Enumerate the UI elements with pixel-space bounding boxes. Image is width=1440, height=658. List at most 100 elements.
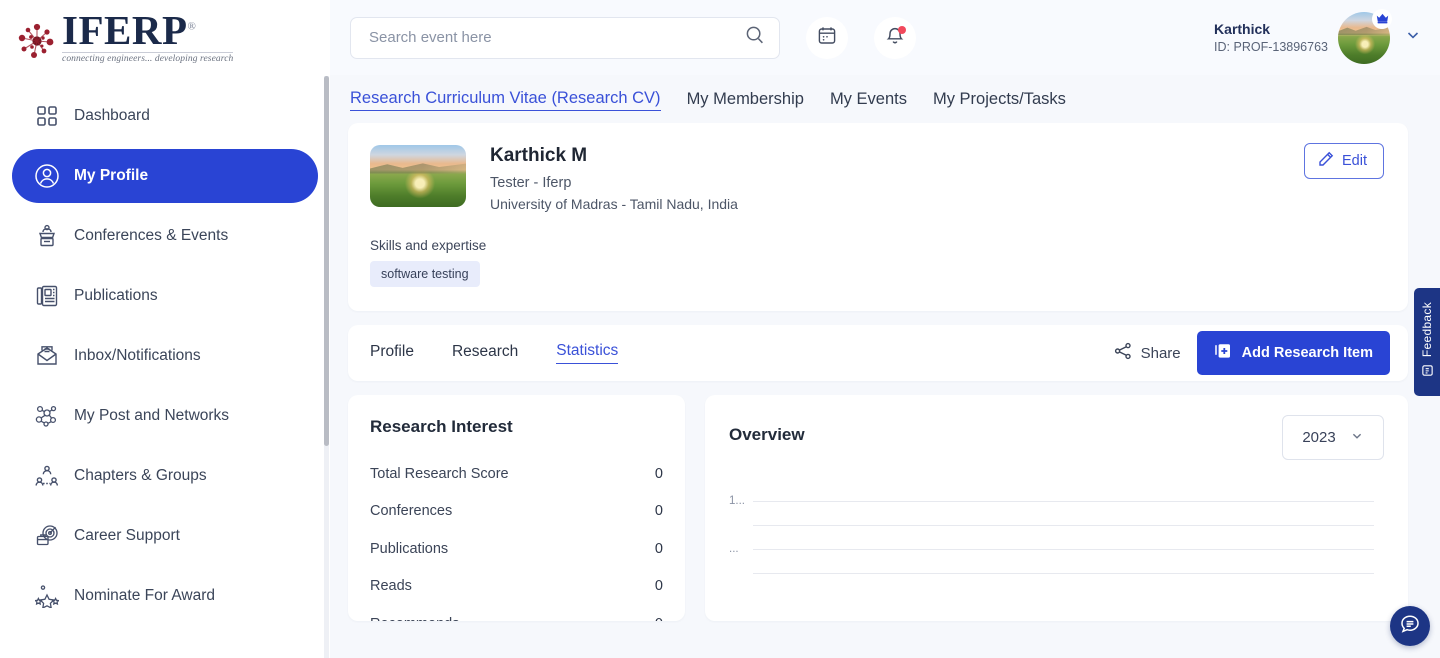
share-label: Share (1141, 345, 1181, 362)
chart-gridline (753, 501, 1374, 502)
tab-research-cv[interactable]: Research Curriculum Vitae (Research CV) (350, 89, 661, 111)
sidebar-item-label: My Profile (74, 167, 148, 185)
profile-role: Tester - Iferp (490, 175, 738, 191)
overview-card: Overview 2023 1... ... (705, 395, 1408, 621)
sub-tab-research[interactable]: Research (452, 343, 518, 364)
sidebar-item-conferences-events[interactable]: Conferences & Events (12, 209, 318, 263)
sub-tab-profile[interactable]: Profile (370, 343, 414, 364)
stat-row-publications: Publications 0 (370, 530, 663, 568)
share-button[interactable]: Share (1114, 342, 1181, 364)
stat-row-reads: Reads 0 (370, 568, 663, 606)
sidebar-item-label: Conferences & Events (74, 227, 228, 245)
sidebar-item-career-support[interactable]: Career Support (12, 509, 318, 563)
calendar-button[interactable] (806, 17, 848, 59)
envelope-icon (28, 344, 66, 368)
stat-row-recommends: Recommends 0 (370, 605, 663, 621)
sidebar-item-nominate-for-award[interactable]: Nominate For Award (12, 569, 318, 623)
registered-mark: ® (188, 20, 197, 32)
share-icon (1114, 342, 1132, 364)
add-research-item-button[interactable]: Add Research Item (1197, 331, 1390, 375)
iferp-molecule-icon (14, 18, 60, 64)
notifications-button[interactable] (874, 17, 916, 59)
sidebar-nav: Dashboard My Profile (0, 75, 330, 623)
calendar-icon (817, 25, 837, 50)
profile-affiliation: University of Madras - Tamil Nadu, India (490, 196, 738, 212)
profile-card: Karthick M Tester - Iferp University of … (348, 123, 1408, 311)
notification-badge (898, 26, 906, 34)
brand-logo[interactable]: IFERP® connecting engineers... developin… (0, 0, 330, 75)
sidebar-item-label: Nominate For Award (74, 587, 215, 605)
network-icon (28, 404, 66, 428)
feedback-label: Feedback (1420, 302, 1434, 357)
chat-button[interactable] (1390, 606, 1430, 646)
chevron-down-icon (1350, 429, 1364, 447)
chart-gridline (753, 573, 1374, 574)
stat-label: Reads (370, 578, 412, 594)
sidebar-item-publications[interactable]: Publications (12, 269, 318, 323)
grid-icon (28, 105, 66, 127)
sub-tab-statistics[interactable]: Statistics (556, 342, 618, 364)
sidebar: IFERP® connecting engineers... developin… (0, 0, 330, 658)
search-container[interactable] (350, 17, 780, 59)
stat-label: Total Research Score (370, 466, 509, 482)
chat-bubble-icon (1399, 613, 1421, 640)
chart-gridline (753, 549, 1374, 550)
sidebar-scrollbar-thumb[interactable] (324, 76, 329, 446)
sidebar-item-label: Inbox/Notifications (74, 347, 201, 365)
year-select[interactable]: 2023 (1282, 415, 1384, 460)
tab-my-membership[interactable]: My Membership (687, 90, 804, 111)
statistics-row: Research Interest Total Research Score 0… (330, 395, 1440, 621)
tab-my-projects-tasks[interactable]: My Projects/Tasks (933, 90, 1066, 111)
people-group-icon (28, 464, 66, 488)
stat-row-conferences: Conferences 0 (370, 493, 663, 531)
award-stars-icon (28, 584, 66, 608)
crown-icon (1372, 9, 1392, 29)
feedback-tab[interactable]: Feedback (1414, 288, 1440, 396)
sidebar-item-label: Chapters & Groups (74, 467, 207, 485)
sidebar-item-chapters-groups[interactable]: Chapters & Groups (12, 449, 318, 503)
profile-actions-bar: Profile Research Statistics Share (348, 325, 1408, 381)
research-interest-title: Research Interest (370, 417, 663, 437)
skills-label: Skills and expertise (370, 238, 1384, 253)
sidebar-item-my-profile[interactable]: My Profile (12, 149, 318, 203)
stat-value: 0 (655, 503, 663, 519)
add-research-item-label: Add Research Item (1242, 345, 1373, 361)
main-content: Karthick ID: PROF-13896763 (330, 0, 1440, 658)
stat-row-total-research-score: Total Research Score 0 (370, 455, 663, 493)
chevron-down-icon[interactable] (1404, 26, 1422, 49)
sidebar-item-label: Dashboard (74, 107, 150, 125)
stat-label: Conferences (370, 503, 452, 519)
overview-title: Overview (729, 425, 805, 445)
edit-profile-button[interactable]: Edit (1304, 143, 1384, 179)
y-axis-tick-label: 1... (729, 495, 745, 507)
user-circle-icon (28, 163, 66, 189)
pencil-icon (1318, 151, 1334, 171)
search-icon[interactable] (745, 25, 765, 50)
user-name: Karthick (1214, 20, 1328, 39)
app-root: IFERP® connecting engineers... developin… (0, 0, 1440, 658)
overview-chart: 1... ... (729, 482, 1384, 602)
avatar-wrapper[interactable] (1338, 12, 1390, 64)
profile-avatar (370, 145, 466, 207)
sidebar-item-dashboard[interactable]: Dashboard (12, 89, 318, 143)
sidebar-item-my-post-and-networks[interactable]: My Post and Networks (12, 389, 318, 443)
main-tabs: Research Curriculum Vitae (Research CV) … (330, 75, 1440, 123)
stat-value: 0 (655, 578, 663, 594)
chart-gridline (753, 525, 1374, 526)
tab-my-events[interactable]: My Events (830, 90, 907, 111)
edit-label: Edit (1342, 153, 1367, 169)
briefcase-target-icon (28, 524, 66, 548)
sidebar-item-label: My Post and Networks (74, 407, 229, 425)
user-menu[interactable]: Karthick ID: PROF-13896763 (1214, 12, 1422, 64)
sidebar-item-label: Publications (74, 287, 158, 305)
feedback-icon (1421, 364, 1434, 382)
sidebar-item-inbox-notifications[interactable]: Inbox/Notifications (12, 329, 318, 383)
search-input[interactable] (367, 28, 745, 47)
top-header: Karthick ID: PROF-13896763 (330, 0, 1440, 75)
podium-icon (28, 224, 66, 248)
skill-chip: software testing (370, 261, 480, 287)
research-interest-card: Research Interest Total Research Score 0… (348, 395, 685, 621)
stat-value: 0 (655, 466, 663, 482)
stat-label: Publications (370, 541, 448, 557)
stat-value: 0 (655, 616, 663, 622)
